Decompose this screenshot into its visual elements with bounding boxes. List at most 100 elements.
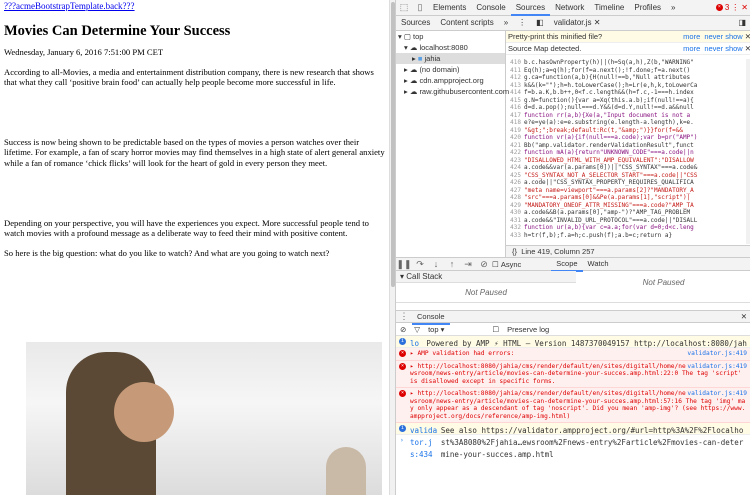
line-number[interactable]: 423 (506, 157, 524, 165)
code-line[interactable]: 410 b.c.hasOwnProperty(h)||(h=Sq(a,h),Z(b… (506, 59, 746, 67)
format-icon[interactable]: {} (512, 247, 517, 256)
console-message[interactable]: × validator.js:419 ▸ http://localhost:8080… (396, 388, 750, 423)
code-line[interactable]: 423 "DISALLOWED_HTML_WITH_AMP_EQUIVALENT"… (506, 157, 746, 165)
code-line[interactable]: 426 a.code||"CSS_SYNTAX_PROPERTY_REQUIRES… (506, 179, 746, 187)
device-toggle-icon[interactable]: ▯ (412, 0, 428, 16)
code-line[interactable]: 433 h=tr(f,b);f.a=h;c.push(f);a.b=c;retur… (506, 232, 746, 240)
code-view[interactable]: 410 b.c.hasOwnProperty(h)||(h=Sq(a,h),Z(b… (506, 59, 746, 244)
nav-more-button[interactable]: » (499, 15, 513, 31)
code-line[interactable]: 422 function mA(a){return"UNKNOWN_CODE"==… (506, 149, 746, 157)
pause-icon[interactable]: ❚❚ (396, 256, 412, 272)
code-line[interactable]: 411 Eq(h);a=q(h);for(f=a.next();!f.done;f… (506, 67, 746, 75)
message-source-link[interactable]: log.js:112 (410, 338, 426, 384)
line-number[interactable]: 418 (506, 119, 524, 127)
back-link[interactable]: ???acmeBootstrapTemplate.back??? (4, 1, 385, 11)
prettyprint-more[interactable]: more (683, 31, 702, 42)
console-message[interactable]: × validator.js:419 ▸ http://localhost:8080… (396, 360, 750, 388)
preserve-log-checkbox[interactable]: ☐ (492, 325, 499, 334)
line-number[interactable]: 422 (506, 149, 524, 157)
code-line[interactable]: 415 g.N=function(){var a=Xq(this.a.b);if(… (506, 97, 746, 105)
prettyprint-never[interactable]: never show (704, 31, 744, 42)
pause-exceptions-icon[interactable]: ⊘ (476, 256, 492, 272)
close-icon[interactable]: ✕ (741, 3, 748, 12)
console-message[interactable]: i validator.js:434 See also https://valida… (396, 423, 750, 459)
code-line[interactable]: 424 a.code&&var(a.params[0])||"CSS_SYNTAX… (506, 164, 746, 172)
infobar-close-icon[interactable]: ✕ (745, 31, 750, 42)
tree-item-top[interactable]: ▾ ▢ top (396, 31, 505, 42)
sourcemap-more[interactable]: more (683, 43, 702, 54)
code-scrollbar[interactable] (746, 59, 750, 244)
console-message[interactable]: × validator.js:419 ▸ AMP validation had er… (396, 348, 750, 361)
line-number[interactable]: 415 (506, 97, 524, 105)
async-checkbox[interactable]: ☐ (492, 260, 499, 269)
tree-item-cdn[interactable]: ▸ ☁ cdn.ampproject.org (396, 75, 505, 86)
tab-content-scripts[interactable]: Content scripts (435, 15, 498, 31)
toggle-navigator-icon[interactable]: ◧ (531, 15, 549, 31)
line-number[interactable]: 426 (506, 179, 524, 187)
error-counter[interactable]: × 3 ⋮ ✕ (715, 3, 750, 12)
line-number[interactable]: 420 (506, 134, 524, 142)
line-number[interactable]: 412 (506, 74, 524, 82)
message-source-link[interactable]: validator.js:434 (410, 425, 441, 459)
line-number[interactable]: 417 (506, 112, 524, 120)
line-number[interactable]: 430 (506, 209, 524, 217)
inspect-icon[interactable]: ⬚ (396, 0, 412, 16)
context-select[interactable]: top ▾ (428, 325, 444, 334)
code-line[interactable]: 431 a.code&&"INVALID_URL_PROTOCOL"===a.co… (506, 217, 746, 225)
code-line[interactable]: 413 k&&(k="");h=h.toLowerCase();h=Lr(e,h,… (506, 82, 746, 90)
tree-item-localhost[interactable]: ▾ ☁ localhost:8080 (396, 42, 505, 53)
code-line[interactable]: 428 "src"===a.params[0]&&Pe(a.params[1],"… (506, 194, 746, 202)
deactivate-breakpoints-icon[interactable]: ⇥ (460, 256, 476, 272)
line-number[interactable]: 416 (506, 104, 524, 112)
line-number[interactable]: 410 (506, 59, 524, 67)
line-number[interactable]: 427 (506, 187, 524, 195)
code-line[interactable]: 414 f=b.a.K,b.b++,0<f.c.length&&(h=f.c,-1… (506, 89, 746, 97)
tab-timeline[interactable]: Timeline (589, 0, 629, 16)
tab-watch[interactable]: Watch (583, 256, 614, 272)
tab-sources-nav[interactable]: Sources (396, 15, 435, 31)
message-source-link[interactable]: validator.js:419 (687, 350, 747, 358)
sourcemap-never[interactable]: never show (704, 43, 744, 54)
line-number[interactable]: 433 (506, 232, 524, 240)
line-number[interactable]: 411 (506, 67, 524, 75)
tree-item-jahia[interactable]: ▸ ■ jahia (396, 53, 505, 64)
code-line[interactable]: 425 "CSS_SYNTAX_NOT_A_SELECTOR_START"===a… (506, 172, 746, 180)
code-line[interactable]: 418 e?e=ye(a):e=e.substring(e.length-a.le… (506, 119, 746, 127)
code-line[interactable]: 427 "meta name=viewport"===a.params[2]?"M… (506, 187, 746, 195)
clear-console-icon[interactable]: ⊘ (400, 325, 406, 334)
message-source-link[interactable]: validator.js:419 (687, 390, 747, 398)
tab-elements[interactable]: Elements (428, 0, 471, 16)
line-number[interactable]: 413 (506, 82, 524, 90)
code-line[interactable]: 420 function vr(a){if(null===a.code);var … (506, 134, 746, 142)
tab-network[interactable]: Network (550, 0, 589, 16)
tab-profiles[interactable]: Profiles (629, 0, 666, 16)
line-number[interactable]: 431 (506, 217, 524, 225)
nav-menu-icon[interactable]: ⋮ (513, 15, 531, 31)
line-number[interactable]: 429 (506, 202, 524, 210)
step-into-icon[interactable]: ↓ (428, 256, 444, 272)
step-out-icon[interactable]: ↑ (444, 256, 460, 272)
tab-sources[interactable]: Sources (510, 0, 551, 16)
code-line[interactable]: 432 function ur(a,b){var c=a.a;for(var d=… (506, 224, 746, 232)
code-line[interactable]: 417 function rr(a,b){Xe(a,"Input document… (506, 112, 746, 120)
infobar-close-icon[interactable]: ✕ (745, 43, 750, 54)
code-line[interactable]: 419 "&gt;";break;default:Rc(t,"&amp;")}}f… (506, 127, 746, 135)
filter-icon[interactable]: ▽ (414, 325, 420, 334)
code-line[interactable]: 430 a.code&&B(a.params[0],"amp-")?"AMP_TA… (506, 209, 746, 217)
file-tab-validator[interactable]: validator.js ✕ (549, 15, 606, 31)
line-number[interactable]: 421 (506, 142, 524, 150)
line-number[interactable]: 432 (506, 224, 524, 232)
tab-scope[interactable]: Scope (551, 256, 583, 272)
call-stack-header[interactable]: ▾ Call Stack (396, 271, 576, 283)
drawer-close-icon[interactable]: ✕ (741, 312, 750, 321)
tab-console[interactable]: Console (471, 0, 510, 16)
code-line[interactable]: 421 Bb("amp.validator.renderValidationRes… (506, 142, 746, 150)
message-source-link[interactable]: validator.js:419 (687, 363, 747, 371)
line-number[interactable]: 428 (506, 194, 524, 202)
more-tabs-button[interactable]: » (666, 0, 680, 16)
line-number[interactable]: 425 (506, 172, 524, 180)
code-line[interactable]: 416 d=d.a.pop();null===d.Y&&(d=d.Y,null!=… (506, 104, 746, 112)
console-message[interactable]: i log.js:112Powered by AMP ⚡ HTML – Versi… (396, 336, 750, 384)
line-number[interactable]: 424 (506, 164, 524, 172)
step-over-icon[interactable]: ↷ (412, 256, 428, 272)
